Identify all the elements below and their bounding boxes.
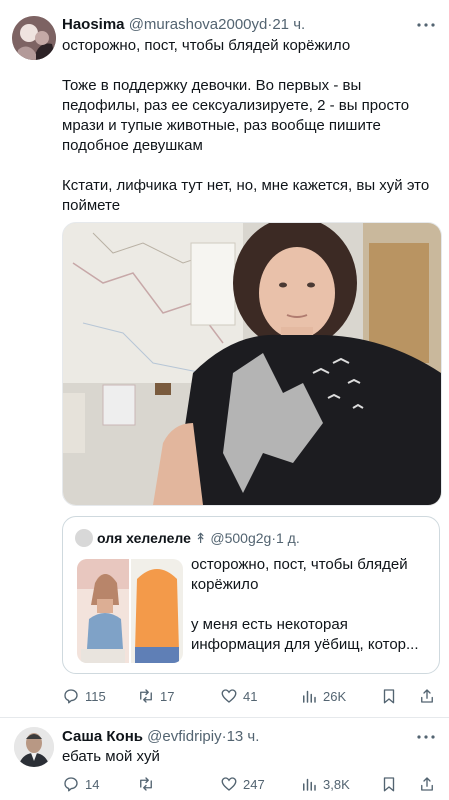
reply-views-button[interactable]: 3,8K — [300, 774, 350, 794]
reply-action-bar: 14 247 3,8K — [62, 774, 440, 794]
retweet-button[interactable]: 17 — [137, 686, 174, 706]
avatar[interactable] — [12, 16, 56, 60]
quote-media[interactable] — [77, 559, 183, 663]
like-count: 41 — [243, 688, 258, 704]
quote-display-name[interactable]: оля хелелеле — [97, 530, 191, 546]
more-options-icon[interactable] — [415, 16, 437, 34]
timestamp[interactable]: 21 ч. — [272, 16, 305, 33]
retweet-arrows-icon — [140, 689, 152, 703]
share-upload-icon — [421, 777, 433, 791]
like-button[interactable]: 41 — [220, 686, 257, 706]
reply-retweet-button[interactable] — [137, 774, 160, 794]
share-button[interactable] — [418, 686, 436, 706]
quote-photo-1 — [77, 559, 129, 663]
view-count: 26K — [323, 688, 347, 704]
reply-count: 115 — [85, 688, 106, 704]
reply-header: Саша Конь @evfidripiy·13 ч. — [62, 728, 259, 746]
bookmark-button[interactable] — [380, 686, 398, 706]
quote-user-handle[interactable]: @500g2g — [210, 530, 271, 546]
views-button[interactable]: 26K — [300, 686, 346, 706]
quote-photo-2 — [131, 559, 183, 663]
reply-like-count: 247 — [243, 776, 265, 792]
reply-paragraph: ебать мой хуй — [62, 748, 160, 765]
reply-more-options-icon[interactable] — [415, 728, 437, 746]
reply-timestamp[interactable]: 13 ч. — [227, 728, 260, 745]
reply-user-handle[interactable]: @evfidripiy — [147, 728, 221, 745]
bar-chart-icon — [303, 690, 316, 703]
tweet-paragraph-1: осторожно, пост, чтобы блядей корёжило — [62, 37, 351, 54]
retweet-count: 17 — [160, 688, 175, 704]
reply-share-button[interactable] — [418, 774, 436, 794]
selfie-photo-image — [63, 223, 441, 505]
tweet-main[interactable]: Haosima @murashova2000yd·21 ч. осторожно… — [0, 0, 449, 718]
retweet-arrows-icon — [140, 777, 152, 791]
tweet-paragraph-3: Кстати, лифчика тут нет, но, мне кажется… — [62, 177, 430, 214]
quote-paragraph-2: у меня есть некоторая информация для уёб… — [191, 616, 419, 653]
reply-reply-count: 14 — [85, 776, 100, 792]
quoted-tweet[interactable]: оля хелелеле ↟ @500g2g·1 д. осторожно, п… — [62, 516, 440, 674]
quote-paragraph-1: осторожно, пост, чтобы блядей корёжило — [191, 556, 408, 593]
reply-display-name[interactable]: Саша Конь — [62, 728, 143, 745]
verified-badge-icon: ↟ — [194, 530, 207, 546]
bookmark-icon — [383, 689, 395, 704]
heart-icon — [221, 777, 237, 791]
speech-bubble-icon — [64, 689, 78, 704]
action-bar: 115 17 41 26K — [62, 686, 440, 706]
share-upload-icon — [421, 689, 433, 703]
reply-reply-button[interactable]: 14 — [62, 774, 99, 794]
quote-header: оля хелелеле ↟ @500g2g·1 д. — [75, 529, 300, 547]
reply-avatar[interactable] — [14, 727, 54, 767]
tweet-text: осторожно, пост, чтобы блядей корёжило Т… — [62, 36, 432, 216]
speech-bubble-icon — [64, 777, 78, 792]
reply-button[interactable]: 115 — [62, 686, 106, 706]
heart-icon — [221, 689, 237, 703]
reply-like-button[interactable]: 247 — [220, 774, 265, 794]
reply-text: ебать мой хуй — [62, 747, 432, 767]
quote-timestamp[interactable]: 1 д. — [276, 530, 300, 546]
quote-text: осторожно, пост, чтобы блядей корёжило у… — [191, 555, 431, 655]
bar-chart-icon — [303, 778, 316, 791]
tweet-header: Haosima @murashova2000yd·21 ч. — [62, 16, 305, 34]
reply-bookmark-button[interactable] — [380, 774, 398, 794]
bookmark-icon — [383, 777, 395, 792]
user-handle[interactable]: @murashova2000yd — [129, 16, 268, 33]
tweet-photo[interactable] — [62, 222, 442, 506]
display-name[interactable]: Haosima — [62, 16, 125, 33]
quote-avatar[interactable] — [75, 529, 93, 547]
reply-view-count: 3,8K — [323, 776, 350, 792]
tweet-paragraph-2: Тоже в поддержку девочки. Во первых - вы… — [62, 77, 410, 154]
